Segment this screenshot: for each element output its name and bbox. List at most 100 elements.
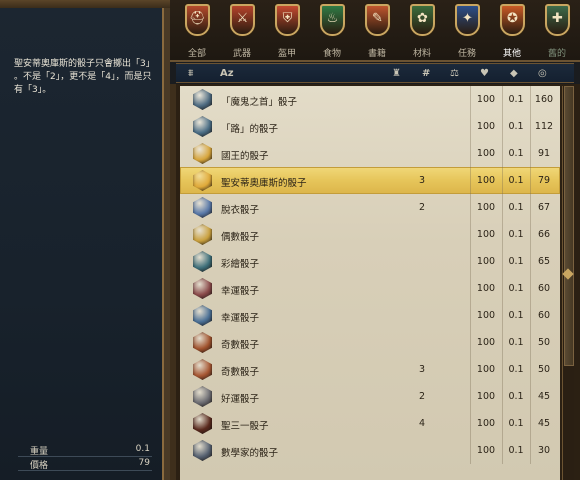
column-divider xyxy=(470,275,471,302)
inventory-row[interactable]: 「魔鬼之首」骰子 100 0.1 160 xyxy=(180,86,560,113)
misc-icon: ✪ xyxy=(500,4,525,36)
weapons-icon: ⚔ xyxy=(230,4,255,36)
item-durability: 100 xyxy=(476,391,496,402)
column-divider xyxy=(470,437,471,464)
weight-icon[interactable]: ◆ xyxy=(510,67,518,81)
dice-icon xyxy=(193,278,212,299)
tab-weapons[interactable]: ⚔ 武器 xyxy=(221,0,263,62)
column-divider xyxy=(502,140,503,167)
inventory-row[interactable]: 脫衣骰子 2 100 0.1 67 xyxy=(180,194,560,221)
inventory-row[interactable]: 奇數骰子 100 0.1 50 xyxy=(180,329,560,356)
column-divider xyxy=(502,167,503,194)
item-name: 「路」的骰子 xyxy=(221,124,279,135)
item-durability: 100 xyxy=(476,202,496,213)
quest-icon-glyph: ✦ xyxy=(462,11,473,26)
item-type-icon[interactable]: ♜ xyxy=(392,67,401,81)
inventory-row[interactable]: 聖安蒂奧庫斯的骰子 3 100 0.1 79 xyxy=(180,167,560,194)
tab-old[interactable]: ✚ 舊的 xyxy=(536,0,578,62)
panel-frame xyxy=(0,0,170,8)
quantity-column-button[interactable]: # xyxy=(422,67,430,81)
inventory-row[interactable]: 聖三一骰子 4 100 0.1 45 xyxy=(180,410,560,437)
inventory-row[interactable]: 好運骰子 2 100 0.1 45 xyxy=(180,383,560,410)
item-durability: 100 xyxy=(476,175,496,186)
inventory-row[interactable]: 幸運骰子 100 0.1 60 xyxy=(180,275,560,302)
column-divider xyxy=(530,167,531,194)
column-divider xyxy=(530,86,531,113)
tab-armor[interactable]: ⛨ 盔甲 xyxy=(266,0,308,62)
item-detail-panel: 聖安蒂奧庫斯的骰子只會擲出「3」 。不是「2」，更不是「4」，而是只 有「3」。… xyxy=(0,0,170,480)
item-price: 91 xyxy=(537,148,551,159)
inventory-row[interactable]: 彩繪骰子 100 0.1 65 xyxy=(180,248,560,275)
tab-label: 舊的 xyxy=(547,49,566,59)
durability-icon[interactable]: ⚖ xyxy=(450,67,459,81)
tab-book[interactable]: ✎ 書籍 xyxy=(356,0,398,62)
tab-materials[interactable]: ✿ 材料 xyxy=(401,0,443,62)
column-divider xyxy=(470,221,471,248)
item-name: 幸運骰子 xyxy=(221,286,260,297)
item-price: 79 xyxy=(537,175,551,186)
sort-az-button[interactable]: Az xyxy=(220,67,234,81)
tab-label: 書籍 xyxy=(367,49,386,59)
item-name: 奇數骰子 xyxy=(221,340,260,351)
column-divider xyxy=(470,356,471,383)
list-scrollbar[interactable] xyxy=(562,86,574,480)
dice-icon xyxy=(193,386,212,407)
tab-food[interactable]: ♨ 食物 xyxy=(311,0,353,62)
inventory-row[interactable]: 「路」的骰子 100 0.1 112 xyxy=(180,113,560,140)
tab-label: 全部 xyxy=(187,49,206,59)
item-name: 脫衣骰子 xyxy=(221,205,260,216)
price-icon[interactable]: ◎ xyxy=(538,67,547,81)
column-divider xyxy=(502,194,503,221)
weight-stat: 重量 0.1 xyxy=(18,443,152,457)
inventory-row[interactable]: 幸運骰子 100 0.1 60 xyxy=(180,302,560,329)
item-description: 聖安蒂奧庫斯的骰子只會擲出「3」 。不是「2」，更不是「4」，而是只 有「3」。 xyxy=(14,59,155,95)
item-price: 60 xyxy=(537,283,551,294)
inventory-row[interactable]: 偶數骰子 100 0.1 66 xyxy=(180,221,560,248)
item-name: 幸運骰子 xyxy=(221,313,260,324)
item-price: 60 xyxy=(537,310,551,321)
book-icon-glyph: ✎ xyxy=(372,11,383,26)
item-quantity: 2 xyxy=(418,202,426,213)
inventory-row[interactable]: 奇數骰子 3 100 0.1 50 xyxy=(180,356,560,383)
tab-misc[interactable]: ✪ 其他 xyxy=(491,0,533,62)
inventory-row[interactable]: 數學家的骰子 100 0.1 30 xyxy=(180,437,560,464)
column-divider xyxy=(530,140,531,167)
price-stat: 價格 79 xyxy=(18,457,152,471)
value-icon[interactable]: ♥ xyxy=(480,67,489,81)
item-weight: 0.1 xyxy=(508,310,524,321)
tab-label: 任務 xyxy=(457,49,476,59)
column-divider xyxy=(502,248,503,275)
quest-icon: ✦ xyxy=(455,4,480,36)
column-divider xyxy=(502,221,503,248)
book-icon: ✎ xyxy=(365,4,390,36)
tab-quest[interactable]: ✦ 任務 xyxy=(446,0,488,62)
item-name: 「魔鬼之首」骰子 xyxy=(221,97,298,108)
column-divider xyxy=(502,86,503,113)
column-divider xyxy=(530,248,531,275)
item-durability: 100 xyxy=(476,283,496,294)
column-divider xyxy=(502,275,503,302)
column-divider xyxy=(530,221,531,248)
item-weight: 0.1 xyxy=(508,121,524,132)
item-durability: 100 xyxy=(476,121,496,132)
filter-icon[interactable]: ⩩ xyxy=(188,67,193,81)
column-divider xyxy=(530,437,531,464)
price-label: 價格 xyxy=(30,461,49,471)
materials-icon: ✿ xyxy=(410,4,435,36)
column-divider xyxy=(470,86,471,113)
tab-helmet[interactable]: ⛑ 全部 xyxy=(176,0,218,62)
item-price: 50 xyxy=(537,364,551,375)
dice-icon xyxy=(193,305,212,326)
item-price: 30 xyxy=(537,445,551,456)
item-name: 聖三一骰子 xyxy=(221,421,269,432)
tab-label: 材料 xyxy=(412,49,431,59)
food-icon-glyph: ♨ xyxy=(326,11,339,26)
scrollbar-thumb[interactable] xyxy=(564,86,574,366)
column-divider xyxy=(530,194,531,221)
inventory-row[interactable]: 國王的骰子 100 0.1 91 xyxy=(180,140,560,167)
column-divider xyxy=(530,302,531,329)
item-name: 聖安蒂奧庫斯的骰子 xyxy=(221,178,307,189)
item-durability: 100 xyxy=(476,148,496,159)
item-quantity: 2 xyxy=(418,391,426,402)
item-price: 45 xyxy=(537,391,551,402)
